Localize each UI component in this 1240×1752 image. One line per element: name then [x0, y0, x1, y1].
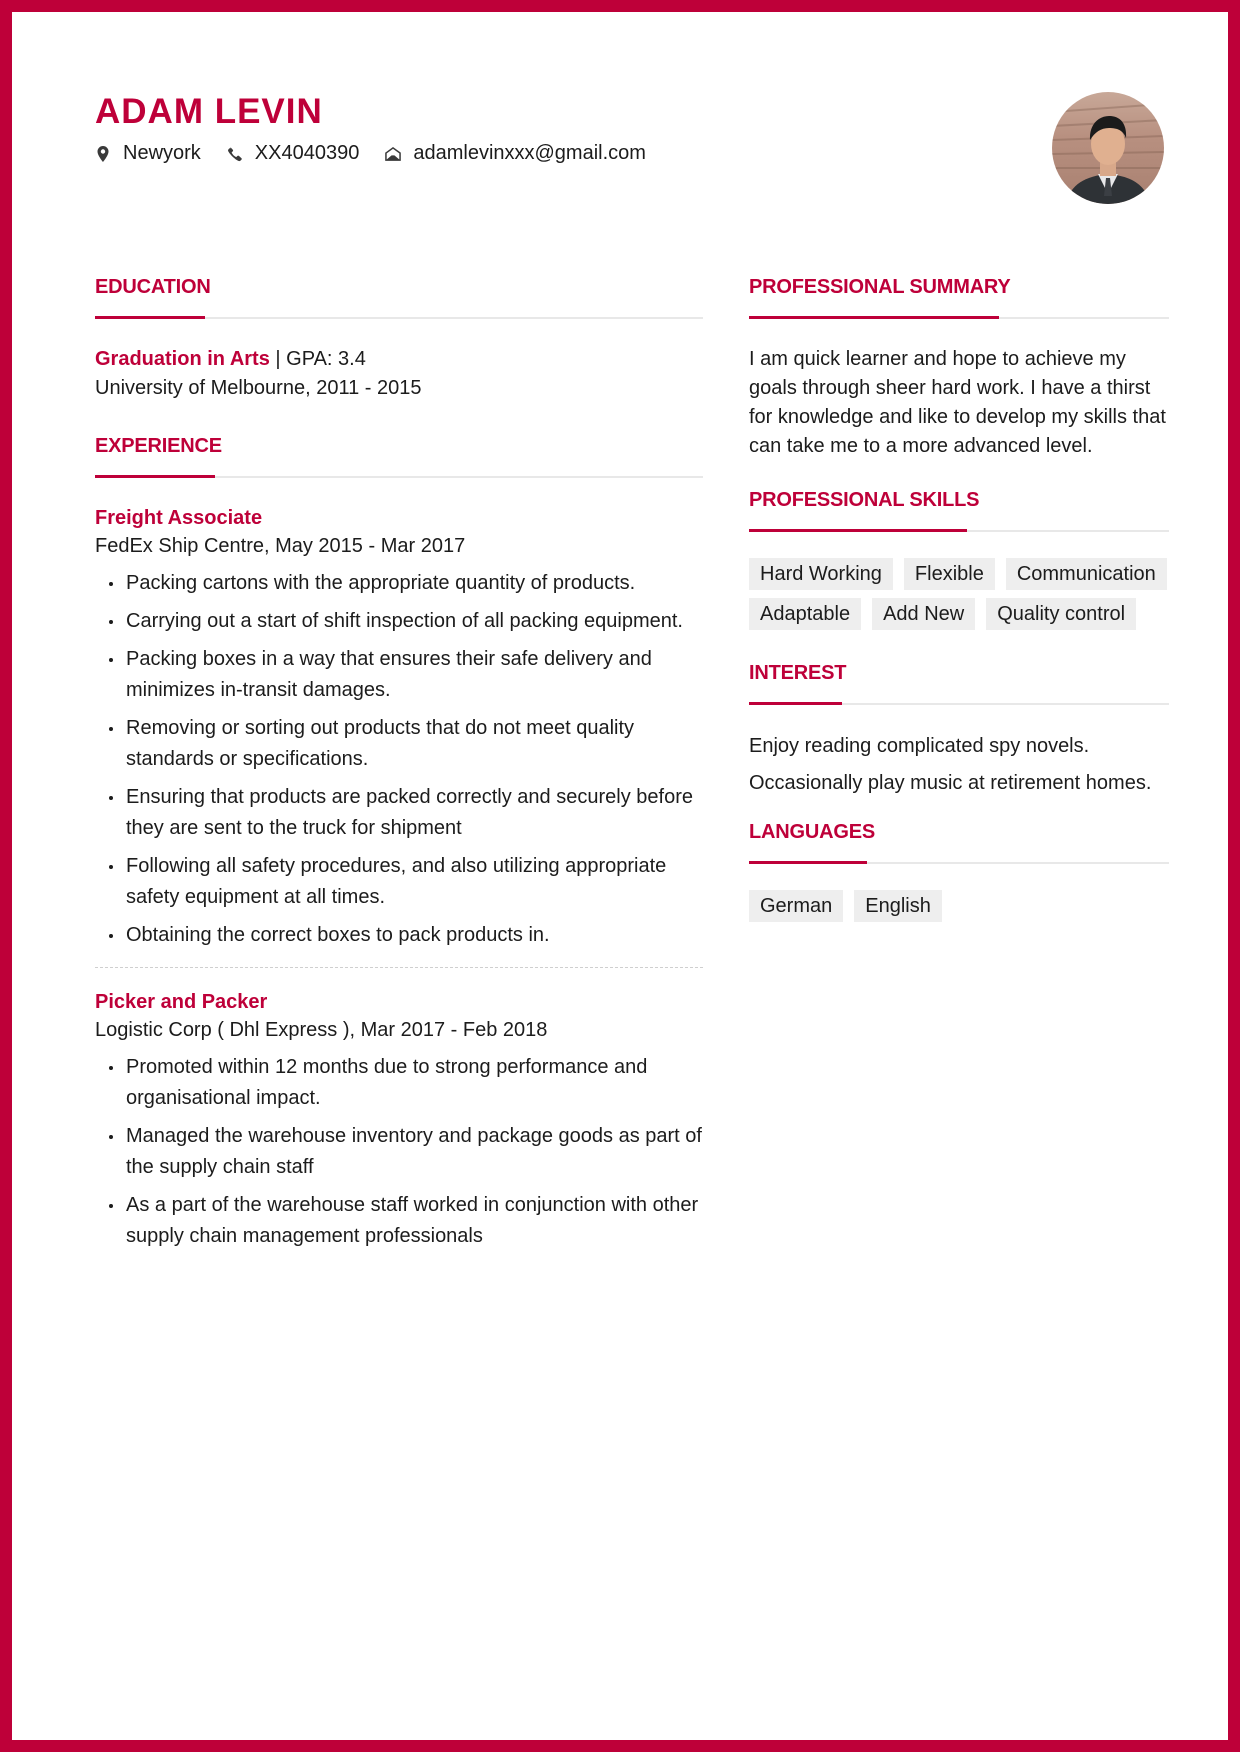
job-divider [95, 967, 703, 968]
section-title: PROFESSIONAL SUMMARY [749, 276, 1011, 298]
section-rule [95, 316, 703, 319]
resume-header: ADAM LEVIN Newyork XX4040390 adamlevinxx… [95, 90, 672, 165]
bullet-item: As a part of the warehouse staff worked … [95, 1190, 703, 1252]
skill-tag: Flexible [903, 558, 995, 590]
contact-phone: XX4040390 [227, 142, 360, 165]
bullet-item: Promoted within 12 months due to strong … [95, 1052, 703, 1114]
job-entry: Picker and Packer Logistic Corp ( Dhl Ex… [95, 988, 703, 1252]
school-line: University of Melbourne, 2011 - 2015 [95, 377, 422, 399]
bullet-item: Packing boxes in a way that ensures thei… [95, 644, 703, 706]
bullet-item: Following all safety procedures, and als… [95, 851, 703, 913]
skill-tag: Adaptable [749, 598, 862, 630]
job-bullets: Promoted within 12 months due to strong … [95, 1052, 703, 1252]
phone-text: XX4040390 [254, 142, 360, 164]
section-rule [749, 529, 1169, 532]
skill-tag: Add New [872, 598, 976, 630]
job-title: Picker and Packer [95, 991, 268, 1013]
bullet-item: Packing cartons with the appropriate qua… [95, 568, 703, 599]
section-rule [749, 861, 1169, 864]
interest-section: INTEREST Enjoy reading complicated spy n… [749, 660, 1169, 798]
bullet-item: Carrying out a start of shift inspection… [95, 606, 703, 637]
right-column: PROFESSIONAL SUMMARY I am quick learner … [749, 274, 1169, 922]
bullet-item: Removing or sorting out products that do… [95, 713, 703, 775]
summary-text: I am quick learner and hope to achieve m… [749, 348, 1166, 457]
skills-section: PROFESSIONAL SKILLS Hard Working Flexibl… [749, 487, 1169, 630]
language-tag: German [749, 890, 844, 922]
job-company-dates: Logistic Corp ( Dhl Express ), Mar 2017 … [95, 1019, 548, 1041]
contact-location: Newyork [95, 142, 201, 165]
resume-page: ADAM LEVIN Newyork XX4040390 adamlevinxx… [0, 0, 1240, 1752]
section-title: PROFESSIONAL SKILLS [749, 489, 980, 511]
section-rule [749, 702, 1169, 705]
phone-icon [227, 145, 243, 163]
skill-tag: Communication [1005, 558, 1167, 590]
left-column: EDUCATION Graduation in Arts | GPA: 3.4 … [95, 274, 703, 1259]
section-rule [95, 475, 703, 478]
bullet-item: Ensuring that products are packed correc… [95, 782, 703, 844]
candidate-name: ADAM LEVIN [95, 92, 323, 131]
map-pin-icon [95, 145, 111, 163]
section-title: INTEREST [749, 662, 847, 684]
contact-info: Newyork XX4040390 adamlevinxxx@gmail.com [95, 142, 672, 165]
section-rule [749, 316, 1169, 319]
interest-item: Occasionally play music at retirement ho… [749, 772, 1152, 794]
language-tags: German English [749, 890, 1169, 922]
skill-tag: Quality control [986, 598, 1137, 630]
skills-tags: Hard Working Flexible Communication Adap… [749, 558, 1169, 630]
skill-tag: Hard Working [749, 558, 893, 590]
section-title: LANGUAGES [749, 821, 875, 843]
gpa: GPA: 3.4 [280, 348, 366, 370]
job-entry: Freight Associate FedEx Ship Centre, May… [95, 504, 703, 951]
degree-name: Graduation in Arts [95, 348, 270, 370]
location-text: Newyork [123, 142, 201, 164]
contact-email[interactable]: adamlevinxxx@gmail.com [385, 142, 646, 165]
profile-photo [1052, 92, 1164, 204]
language-tag: English [854, 890, 942, 922]
interest-item: Enjoy reading complicated spy novels. [749, 735, 1090, 757]
envelope-open-icon [385, 145, 402, 163]
section-title: EXPERIENCE [95, 435, 222, 457]
languages-section: LANGUAGES German English [749, 819, 1169, 922]
bullet-item: Managed the warehouse inventory and pack… [95, 1121, 703, 1183]
degree-line: Graduation in Arts | GPA: 3.4 [95, 345, 703, 374]
summary-section: PROFESSIONAL SUMMARY I am quick learner … [749, 274, 1169, 461]
email-text[interactable]: adamlevinxxx@gmail.com [413, 142, 646, 165]
job-title: Freight Associate [95, 507, 263, 529]
job-bullets: Packing cartons with the appropriate qua… [95, 568, 703, 951]
experience-section: EXPERIENCE Freight Associate FedEx Ship … [95, 433, 703, 1252]
section-title: EDUCATION [95, 276, 211, 298]
job-company-dates: FedEx Ship Centre, May 2015 - Mar 2017 [95, 535, 466, 557]
bullet-item: Obtaining the correct boxes to pack prod… [95, 920, 703, 951]
education-section: EDUCATION Graduation in Arts | GPA: 3.4 … [95, 274, 703, 403]
